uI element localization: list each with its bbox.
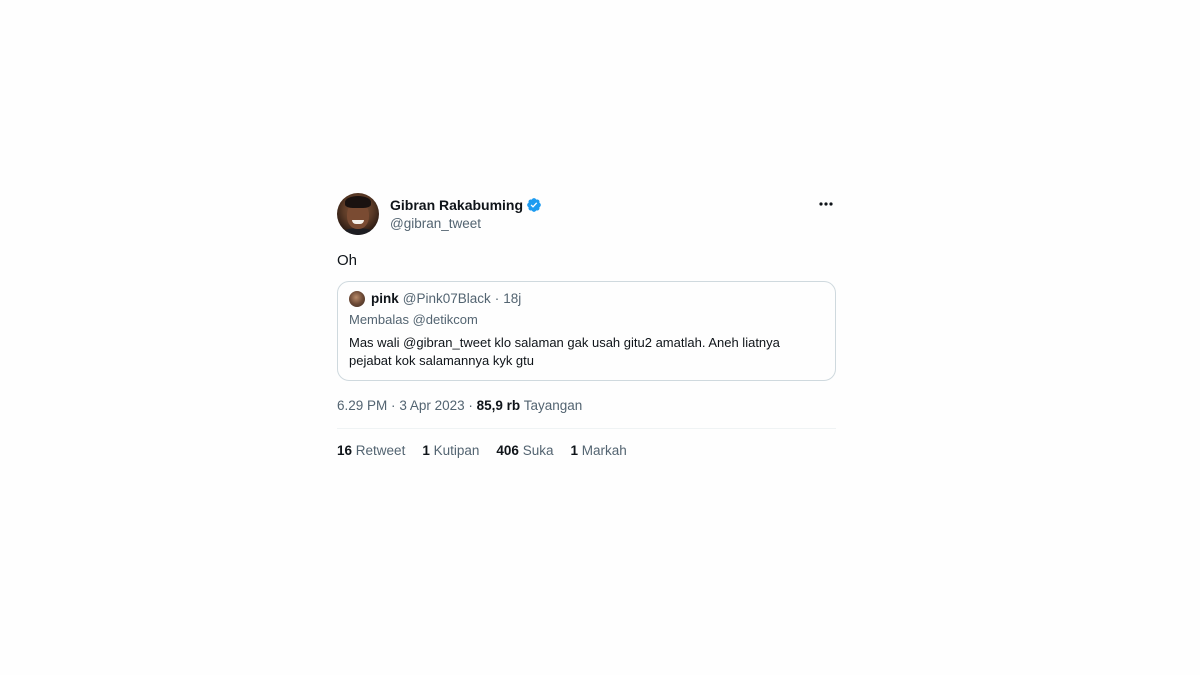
- quoted-tweet-text: Mas wali @gibran_tweet klo salaman gak u…: [349, 335, 780, 368]
- quoted-time[interactable]: 18j: [503, 291, 521, 307]
- like-label: Suka: [522, 443, 554, 458]
- avatar-shirt: [341, 228, 375, 235]
- quoted-tweet-header: pink @Pink07Black · 18j: [349, 291, 824, 307]
- retweet-count[interactable]: 16 Retweet: [337, 442, 405, 460]
- quoted-author-handle[interactable]: @Pink07Black: [403, 291, 491, 307]
- author-display-name[interactable]: Gibran Rakabuming: [390, 196, 523, 214]
- retweet-number: 16: [337, 443, 353, 458]
- author-handle[interactable]: @gibran_tweet: [390, 215, 542, 233]
- quote-number: 1: [422, 443, 430, 458]
- quote-label: Kutipan: [433, 443, 480, 458]
- tweet-meta: 6.29 PM · 3 Apr 2023 · 85,9 rb Tayangan: [337, 397, 836, 429]
- author-display-name-row[interactable]: Gibran Rakabuming: [390, 196, 542, 214]
- quoted-avatar[interactable]: [349, 291, 365, 307]
- meta-separator-2: ·: [468, 398, 473, 413]
- avatar[interactable]: [337, 193, 379, 235]
- meta-separator-1: ·: [391, 398, 396, 413]
- tweet-header: Gibran Rakabuming @gibran_tweet: [337, 192, 836, 236]
- like-count[interactable]: 406 Suka: [496, 442, 553, 460]
- replying-to: Membalas @detikcom: [349, 312, 478, 327]
- quote-count[interactable]: 1 Kutipan: [422, 442, 479, 460]
- tweet-time[interactable]: 6.29 PM: [337, 398, 387, 413]
- author-names: Gibran Rakabuming @gibran_tweet: [390, 196, 542, 233]
- bookmark-label: Markah: [581, 443, 627, 458]
- retweet-label: Retweet: [355, 443, 406, 458]
- views-count[interactable]: 85,9 rb: [477, 398, 521, 413]
- tweet-date[interactable]: 3 Apr 2023: [399, 398, 464, 413]
- tweet-card: Gibran Rakabuming @gibran_tweet Oh pink …: [337, 192, 836, 460]
- quoted-tweet[interactable]: pink @Pink07Black · 18j Membalas @detikc…: [337, 281, 836, 381]
- verified-badge-icon: [527, 198, 541, 212]
- like-number: 406: [496, 443, 519, 458]
- bookmark-number: 1: [570, 443, 578, 458]
- tweet-text: Oh: [337, 252, 358, 269]
- quoted-author-name[interactable]: pink: [371, 291, 399, 307]
- bookmark-count[interactable]: 1 Markah: [570, 442, 626, 460]
- views-label[interactable]: Tayangan: [524, 398, 583, 413]
- tweet-stats: 16 Retweet 1 Kutipan 406 Suka 1 Markah: [337, 442, 836, 460]
- quoted-separator: ·: [494, 291, 500, 306]
- avatar-hair: [345, 196, 371, 208]
- more-options-icon[interactable]: [816, 196, 836, 212]
